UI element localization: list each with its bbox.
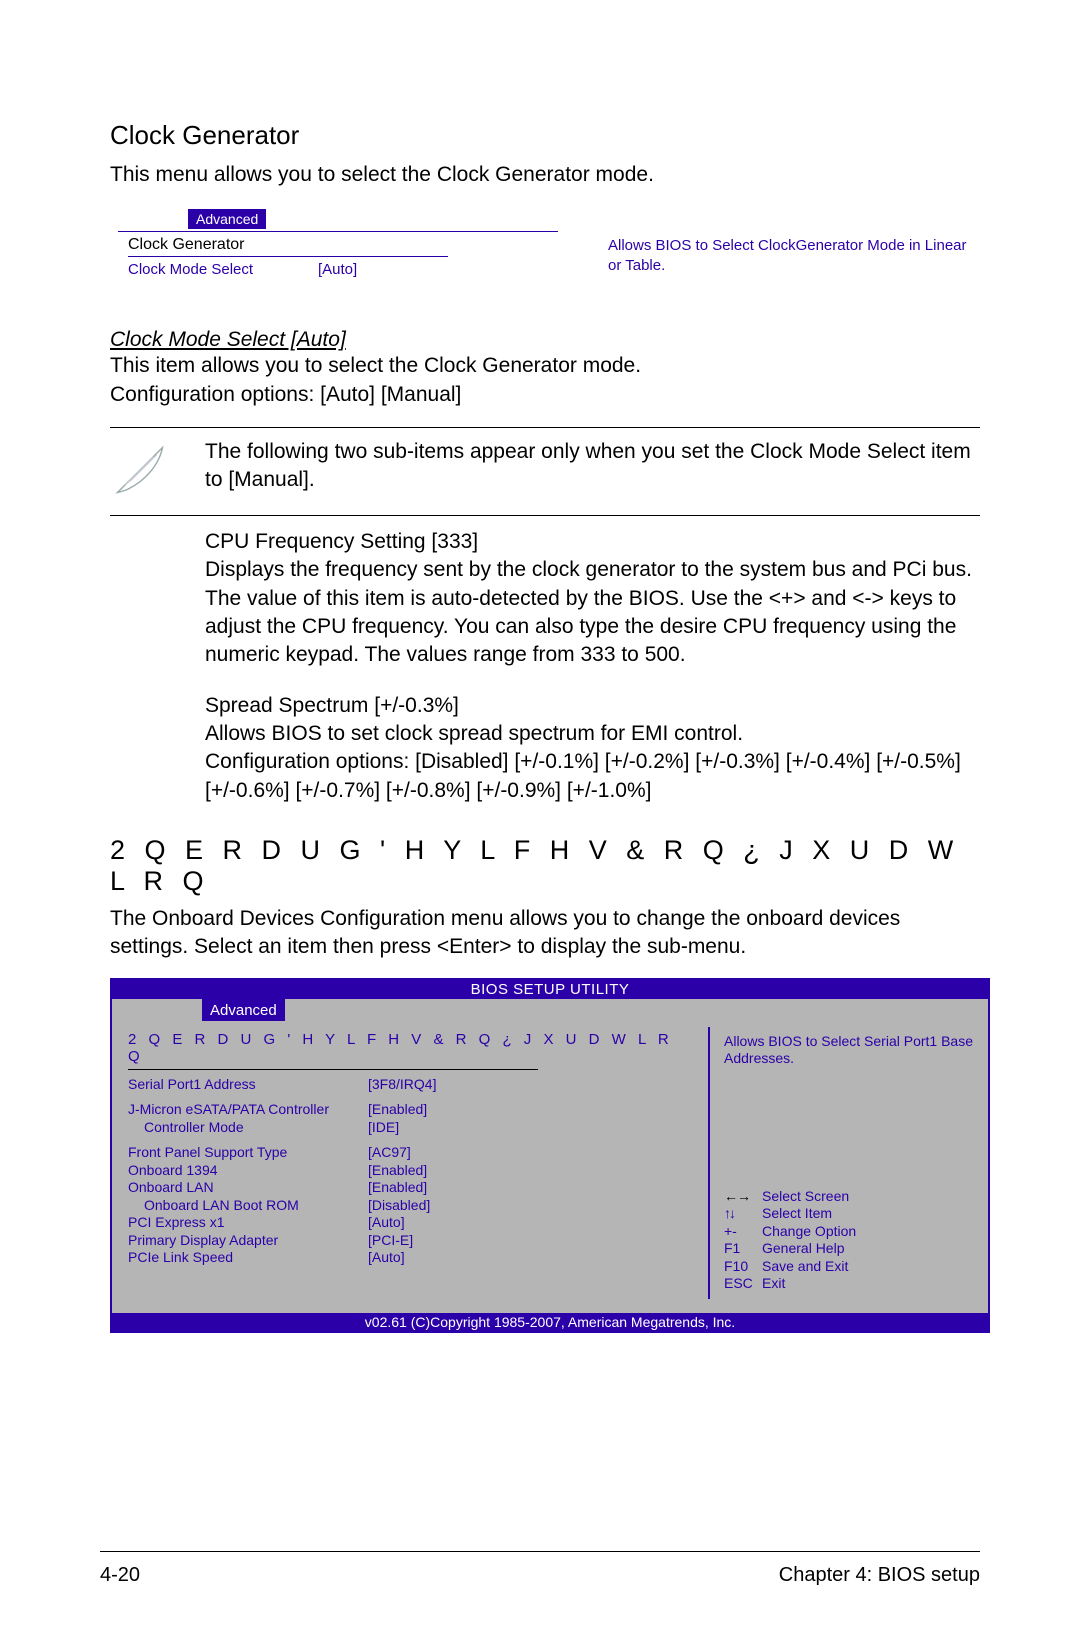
- page-footer: 4-20 Chapter 4: BIOS setup: [100, 1551, 980, 1587]
- bios-onboard-devices-panel: BIOS SETUP UTILITY Advanced 2 Q E R D U …: [110, 978, 990, 1333]
- bios-item-onboard-lan-boot-rom[interactable]: Onboard LAN Boot ROM [Disabled]: [128, 1197, 696, 1215]
- item-body: Allows BIOS to set clock spread spectrum…: [205, 720, 980, 748]
- bios-item-label: Controller Mode: [128, 1119, 368, 1137]
- nav-key: F10: [724, 1258, 762, 1276]
- feather-icon: [110, 438, 205, 505]
- bios-item-label: Clock Mode Select: [128, 261, 318, 278]
- bios-right-pane: Allows BIOS to Select Serial Port1 Base …: [708, 1027, 988, 1299]
- arrow-up-down-icon: ↑↓: [724, 1205, 734, 1221]
- divider: [128, 256, 448, 257]
- bios-item-onboard-lan[interactable]: Onboard LAN [Enabled]: [128, 1179, 696, 1197]
- bios-item-serial-port1-address[interactable]: Serial Port1 Address [3F8/IRQ4]: [128, 1076, 696, 1094]
- bios-item-value: [Auto]: [318, 261, 357, 278]
- nav-label: Select Screen: [762, 1188, 849, 1206]
- nav-label: General Help: [762, 1240, 845, 1258]
- bios-tab-advanced[interactable]: Advanced: [202, 999, 285, 1021]
- bios-help-text: Allows BIOS to Select Serial Port1 Base …: [724, 1033, 978, 1068]
- bios-panel-title: Clock Generator: [128, 236, 578, 254]
- bios-item-label: Front Panel Support Type: [128, 1144, 368, 1162]
- bios-title-bar: BIOS SETUP UTILITY: [112, 980, 988, 999]
- arrow-left-right-icon: ←→: [724, 1188, 750, 1204]
- bios-nav-help: ←→ Select Screen ↑↓ Select Item +- Chang…: [724, 1188, 978, 1293]
- bios-item-value: [Disabled]: [368, 1197, 430, 1215]
- bios-tab-advanced[interactable]: Advanced: [188, 209, 266, 229]
- note-block: The following two sub-items appear only …: [110, 427, 980, 516]
- nav-label: Select Item: [762, 1205, 832, 1223]
- nav-label: Exit: [762, 1275, 785, 1293]
- bios-item-pcie-link-speed[interactable]: PCIe Link Speed [Auto]: [128, 1249, 696, 1267]
- bios-item-primary-display-adapter[interactable]: Primary Display Adapter [PCI-E]: [128, 1232, 696, 1250]
- item-body: Displays the frequency sent by the clock…: [205, 556, 980, 669]
- bios-item-label: PCI Express x1: [128, 1214, 368, 1232]
- section-intro: The Onboard Devices Configuration menu a…: [110, 905, 980, 962]
- bios-item-pci-express-x1[interactable]: PCI Express x1 [Auto]: [128, 1214, 696, 1232]
- bios-item-value: [PCI-E]: [368, 1232, 413, 1250]
- bios-item-front-panel-support[interactable]: Front Panel Support Type [AC97]: [128, 1144, 696, 1162]
- bios-item-label: Onboard LAN: [128, 1179, 368, 1197]
- manual-page: Clock Generator This menu allows you to …: [0, 0, 1080, 1627]
- bios-item-value: [Enabled]: [368, 1179, 427, 1197]
- bios-item-onboard-1394[interactable]: Onboard 1394 [Enabled]: [128, 1162, 696, 1180]
- nav-key: F1: [724, 1240, 762, 1258]
- bios-help-text: Allows BIOS to Select ClockGenerator Mod…: [578, 232, 978, 278]
- bios-item-label: Onboard LAN Boot ROM: [128, 1197, 368, 1215]
- bios-item-value: [Enabled]: [368, 1162, 427, 1180]
- nav-label: Change Option: [762, 1223, 856, 1241]
- bios-item-label: Primary Display Adapter: [128, 1232, 368, 1250]
- divider: [110, 427, 980, 428]
- divider: [128, 1069, 538, 1070]
- bios-item-label: PCIe Link Speed: [128, 1249, 368, 1267]
- bios-item-value: [Enabled]: [368, 1101, 427, 1119]
- bios-copyright: v02.61 (C)Copyright 1985-2007, American …: [112, 1313, 988, 1331]
- item-heading: Clock Mode Select [Auto]: [110, 328, 980, 352]
- bios-item-label: J-Micron eSATA/PATA Controller: [128, 1101, 368, 1119]
- chapter-label: Chapter 4: BIOS setup: [779, 1564, 980, 1587]
- bios-clock-generator-panel: Advanced Clock Generator Clock Mode Sele…: [118, 209, 978, 278]
- item-heading: Spread Spectrum [+/-0.3%]: [205, 692, 980, 720]
- bios-panel-title: 2 Q E R D U G ' H Y L F H V & R Q ¿ J X …: [128, 1027, 696, 1065]
- bios-item-value: [AC97]: [368, 1144, 411, 1162]
- bios-item-value: [Auto]: [368, 1214, 405, 1232]
- page-number: 4-20: [100, 1564, 140, 1587]
- divider: [110, 515, 980, 516]
- item-config-options: Configuration options: [Disabled] [+/-0.…: [205, 748, 980, 805]
- bios-item-value: [Auto]: [368, 1249, 405, 1267]
- note-text: The following two sub-items appear only …: [205, 438, 980, 505]
- bios-item-label: Onboard 1394: [128, 1162, 368, 1180]
- nav-key: +-: [724, 1223, 762, 1241]
- bios-item-jmicron-esata-pata[interactable]: J-Micron eSATA/PATA Controller [Enabled]: [128, 1101, 696, 1119]
- bios-left-pane: 2 Q E R D U G ' H Y L F H V & R Q ¿ J X …: [112, 1027, 708, 1299]
- bios-item-controller-mode[interactable]: Controller Mode [IDE]: [128, 1119, 696, 1137]
- bios-item-clock-mode-select[interactable]: Clock Mode Select [Auto]: [128, 261, 578, 278]
- item-heading: CPU Frequency Setting [333]: [205, 528, 980, 556]
- section-number-heading: 2 Q E R D U G ' H Y L F H V & R Q ¿ J X …: [110, 835, 980, 897]
- bios-item-value: [3F8/IRQ4]: [368, 1076, 436, 1094]
- bios-item-label: Serial Port1 Address: [128, 1076, 368, 1094]
- bios-tab-row: Advanced: [112, 999, 988, 1027]
- item-config-options: Configuration options: [Auto] [Manual]: [110, 381, 980, 409]
- section-intro: This menu allows you to select the Clock…: [110, 161, 980, 189]
- nav-label: Save and Exit: [762, 1258, 848, 1276]
- bios-item-value: [IDE]: [368, 1119, 399, 1137]
- nav-key: ESC: [724, 1275, 762, 1293]
- item-desc: This item allows you to select the Clock…: [110, 352, 980, 380]
- section-title: Clock Generator: [110, 120, 980, 151]
